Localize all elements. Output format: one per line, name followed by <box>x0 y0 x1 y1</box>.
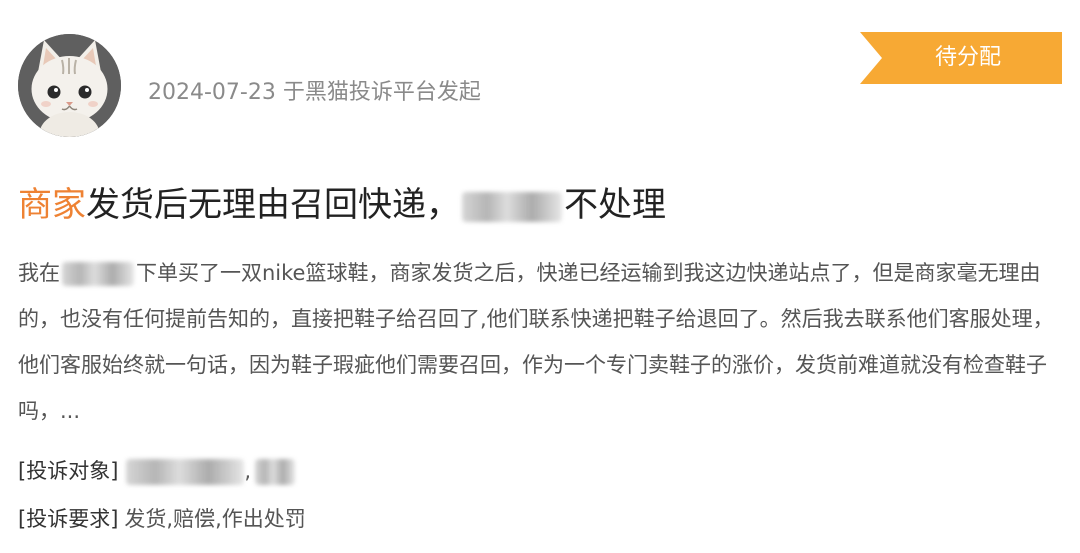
redacted-target-extra <box>255 459 296 485</box>
demand-value: 发货,赔偿,作出处罚 <box>124 507 306 531</box>
complaint-meta: 2024-07-23 于黑猫投诉平台发起 <box>148 80 481 105</box>
body-part1: 我在 <box>18 261 60 285</box>
body-part2: 下单买了一双nike篮球鞋，商家发货之后，快递已经运输到我这边快递站点了，但是商… <box>18 261 1054 423</box>
complaint-body: 我在 下单买了一双nike篮球鞋，商家发货之后，快递已经运输到我这边快递站点了，但… <box>18 250 1064 434</box>
complaint-target-row: [投诉对象], <box>18 455 296 485</box>
complaint-demand-row: [投诉要求] 发货,赔偿,作出处罚 <box>18 503 306 533</box>
cat-avatar-icon[interactable] <box>18 34 121 137</box>
title-part1: 发货后无理由召回快递， <box>86 185 460 225</box>
demand-label: [投诉要求] <box>18 507 119 531</box>
status-badge: 待分配 <box>860 32 1062 84</box>
title-highlight: 商家 <box>18 185 86 225</box>
target-separator: , <box>244 459 252 483</box>
redacted-platform-name <box>62 262 134 286</box>
redacted-merchant-name <box>462 191 562 222</box>
complaint-header: 2024-07-23 于黑猫投诉平台发起 待分配 <box>18 32 1062 138</box>
complaint-title[interactable]: 商家发货后无理由召回快递， 不处理 <box>18 178 666 232</box>
title-part2: 不处理 <box>564 185 666 225</box>
target-label: [投诉对象] <box>18 459 119 483</box>
redacted-target-name <box>126 459 245 485</box>
